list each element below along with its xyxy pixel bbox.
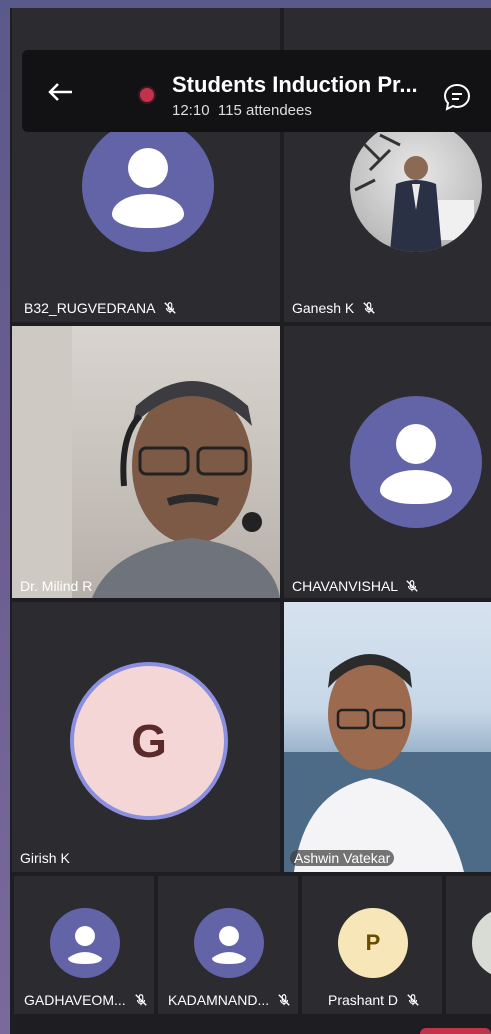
avatar	[194, 908, 264, 978]
mic-off-icon	[363, 302, 375, 314]
person-icon	[212, 926, 246, 964]
person-icon	[396, 424, 436, 464]
participant-name: Girish K	[20, 850, 70, 866]
meeting-title: Students Induction Pr...	[172, 72, 418, 97]
mic-off-icon	[407, 994, 419, 1006]
participant-name: KADAMNAND...	[168, 992, 291, 1008]
participant-tile[interactable]: KADAMNAND...	[158, 876, 298, 1014]
person-icon	[128, 148, 168, 188]
avatar: G	[70, 662, 228, 820]
mic-off-icon	[163, 302, 176, 314]
meeting-screen: B32_RUGVEDRANA Ganesh K Students Inducti…	[10, 8, 491, 1034]
participant-tile[interactable]: CHAVANVISHAL	[284, 326, 491, 598]
participant-name: GADHAVEOM...	[24, 992, 148, 1008]
avatar: P	[338, 908, 408, 978]
participant-name: Prashant D	[328, 992, 420, 1008]
avatar-initial: P	[365, 930, 381, 955]
participant-video	[12, 326, 280, 598]
attendee-count: 115 attendees	[217, 102, 312, 119]
mic-off-icon	[406, 580, 419, 592]
mic-off-icon	[134, 994, 147, 1006]
participant-name: Dr. Milind R	[20, 578, 93, 594]
participant-video	[350, 120, 482, 252]
participant-tile[interactable]: Dr. Milind R	[12, 326, 280, 598]
participant-name: Ashwin Vatekar	[290, 850, 395, 866]
participant-tile[interactable]: P Prashant D	[302, 876, 442, 1014]
participant-name: Ganesh K	[292, 300, 376, 316]
participant-name: B32_RUGVEDRANA	[24, 300, 177, 316]
participant-tile[interactable]: GADHAVEOM...	[14, 876, 154, 1014]
participant-tile[interactable]: Ashwin Vatekar	[284, 602, 491, 872]
participant-tile[interactable]	[446, 876, 491, 1014]
avatar-initial: G	[131, 715, 167, 767]
avatar	[350, 396, 482, 528]
participant-video	[284, 602, 491, 872]
participant-name: CHAVANVISHAL	[292, 578, 419, 594]
mic-off-icon	[278, 994, 290, 1006]
avatar	[472, 908, 491, 978]
meeting-status: 12:10 115 attendees	[172, 102, 312, 119]
person-icon	[68, 926, 102, 964]
meeting-time: 12:10	[172, 102, 210, 119]
leave-button[interactable]	[420, 1028, 491, 1034]
recording-indicator	[140, 88, 154, 102]
participant-tile[interactable]: G Girish K	[12, 602, 280, 872]
back-arrow-icon[interactable]	[40, 72, 80, 112]
chat-icon[interactable]	[440, 80, 474, 114]
meeting-header: Students Induction Pr... 12:10 115 atten…	[22, 50, 491, 132]
avatar	[50, 908, 120, 978]
avatar	[82, 120, 214, 252]
